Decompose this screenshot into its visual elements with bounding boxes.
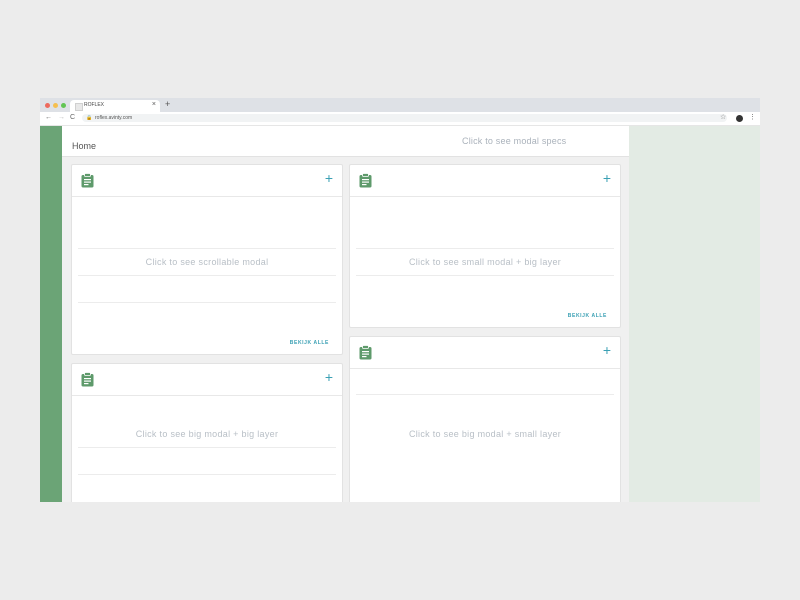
modal-specs-link[interactable]: Click to see modal specs (462, 136, 566, 146)
lock-icon: 🔒 (86, 115, 93, 121)
browser-toolbar: ← → C 🔒 roflex.avinty.com ☆ ⋮ (40, 112, 760, 126)
add-icon[interactable]: + (603, 343, 611, 357)
add-icon[interactable]: + (325, 171, 333, 185)
profile-avatar[interactable] (736, 115, 743, 122)
card-header: + (350, 165, 620, 197)
clipboard-icon (81, 372, 94, 387)
forward-icon[interactable]: → (58, 113, 65, 123)
card-message[interactable]: Click to see small modal + big layer (350, 257, 620, 267)
clipboard-icon (81, 173, 94, 188)
card-small-modal-big-layer[interactable]: + Click to see small modal + big layer B… (349, 164, 621, 328)
page-title: Home (72, 141, 97, 151)
card-message[interactable]: Click to see big modal + big layer (72, 429, 342, 439)
favicon-icon (75, 103, 83, 111)
add-icon[interactable]: + (603, 171, 611, 185)
url-text[interactable]: roflex.avinty.com (95, 115, 132, 121)
bookmark-star-icon[interactable]: ☆ (720, 113, 726, 123)
card-scrollable-modal[interactable]: + Click to see scrollable modal BEKIJK A… (71, 164, 343, 355)
main-area: Home Click to see modal specs + Click to… (62, 126, 629, 502)
card-big-modal-small-layer[interactable]: + Click to see big modal + small layer (349, 336, 621, 502)
card-header: + (72, 364, 342, 396)
view-all-link[interactable]: BEKIJK ALLE (568, 313, 607, 319)
card-big-modal-big-layer[interactable]: + Click to see big modal + big layer (71, 363, 343, 502)
tab-title: ROFLEX (84, 102, 105, 108)
browser-tab[interactable]: ROFLEX × (70, 100, 160, 112)
close-window-button[interactable] (45, 103, 50, 108)
browser-menu-icon[interactable]: ⋮ (749, 113, 756, 123)
app-content: Home Click to see modal specs + Click to… (40, 126, 760, 502)
card-message[interactable]: Click to see scrollable modal (72, 257, 342, 267)
right-panel (629, 126, 760, 502)
list-divider (356, 248, 614, 249)
list-divider (78, 447, 336, 448)
list-divider (78, 248, 336, 249)
address-bar[interactable]: 🔒 roflex.avinty.com (82, 114, 727, 122)
list-divider (356, 275, 614, 276)
reload-icon[interactable]: C (70, 113, 75, 123)
browser-window: ROFLEX × + ← → C 🔒 roflex.avinty.com ☆ ⋮… (40, 98, 760, 502)
card-header: + (350, 337, 620, 369)
clipboard-icon (359, 173, 372, 188)
view-all-link[interactable]: BEKIJK ALLE (290, 340, 329, 346)
new-tab-button[interactable]: + (165, 100, 170, 109)
list-divider (356, 394, 614, 395)
minimize-window-button[interactable] (53, 103, 58, 108)
list-divider (78, 275, 336, 276)
add-icon[interactable]: + (325, 370, 333, 384)
card-message[interactable]: Click to see big modal + small layer (350, 429, 620, 439)
clipboard-icon (359, 345, 372, 360)
maximize-window-button[interactable] (61, 103, 66, 108)
back-icon[interactable]: ← (45, 113, 52, 123)
tab-close-icon[interactable]: × (152, 101, 156, 109)
list-divider (78, 302, 336, 303)
card-header: + (72, 165, 342, 197)
list-divider (78, 474, 336, 475)
tab-bar: ROFLEX × + (40, 98, 760, 112)
left-sidebar (40, 126, 62, 502)
page-header: Home Click to see modal specs (62, 126, 629, 157)
